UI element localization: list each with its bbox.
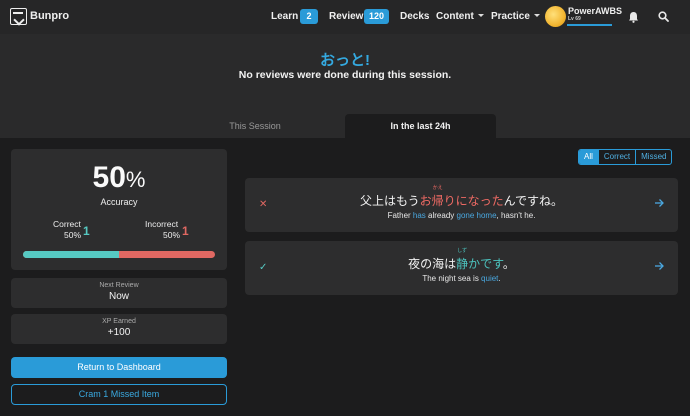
jp-highlight-rest: かです: [468, 257, 503, 271]
jp-highlight-rest: りになった: [443, 194, 504, 208]
furigana-word: かえ帰: [431, 185, 444, 209]
arrow-right-icon[interactable]: [654, 198, 664, 208]
return-to-dashboard-button[interactable]: Return to Dashboard: [11, 357, 227, 378]
correct-label: Correct: [53, 219, 81, 229]
nav-decks-link[interactable]: Decks: [400, 11, 429, 22]
next-review-label: Next Review: [99, 282, 139, 289]
furigana-base: 帰: [431, 194, 444, 208]
page-title: おっと!: [320, 52, 370, 69]
page-subtitle: No reviews were done during this session…: [238, 69, 452, 81]
en-text-end: .: [498, 274, 501, 283]
incorrect-percent: 50%: [163, 230, 181, 240]
user-level: Lv 69: [568, 16, 581, 22]
accuracy-label: Accuracy: [100, 197, 138, 207]
review-sentence-jp: 夜の海は しず静かです。: [245, 248, 678, 272]
en-highlight: quiet: [481, 274, 499, 283]
search-icon[interactable]: [658, 11, 669, 22]
review-item-card[interactable]: ✓ 夜の海は しず 静かです。 The night sea is quiet.: [245, 241, 678, 295]
filter-all-button[interactable]: All: [579, 150, 598, 164]
nav-practice-menu[interactable]: Practice: [491, 11, 540, 22]
jp-text-end: んですね。: [503, 194, 564, 208]
filter-correct-button[interactable]: Correct: [597, 150, 635, 164]
session-header: おっと! No reviews were done during this se…: [0, 34, 690, 138]
accuracy-number: 50: [92, 161, 126, 194]
incorrect-count: 1: [182, 224, 189, 238]
correct-count: 1: [83, 224, 90, 238]
nav-practice-label: Practice: [491, 11, 530, 22]
nav-review-link[interactable]: Review: [329, 11, 363, 22]
furigana-reading: しず: [457, 248, 468, 254]
jp-text: 父上はもう: [359, 194, 420, 208]
xp-earned-card: XP Earned +100: [11, 314, 227, 344]
en-highlight: has: [412, 211, 426, 220]
accuracy-card: 50% Accuracy Correct 50% 1 Incorrect 50%…: [11, 149, 227, 270]
furigana-word: しず静: [456, 248, 469, 272]
accuracy-progress-fill: [23, 251, 119, 258]
review-count-badge[interactable]: 120: [364, 9, 389, 24]
filter-missed-button[interactable]: Missed: [635, 150, 671, 164]
brand-name[interactable]: Bunpro: [30, 10, 69, 22]
furigana-reading: かえ: [432, 185, 443, 191]
review-item-card[interactable]: ✕ 父上はもうお かえ 帰りになったんですね。 Father has already…: [245, 178, 678, 232]
accuracy-progress-bar: [23, 251, 215, 258]
learn-count-badge[interactable]: 2: [300, 9, 318, 24]
incorrect-label: Incorrect: [145, 219, 179, 229]
en-text-end: , hasn't he.: [496, 211, 536, 220]
xp-earned-value: +100: [107, 327, 131, 338]
top-nav: Bunpro Learn 2 Review 120 Decks Content …: [0, 0, 690, 34]
arrow-right-icon[interactable]: [654, 261, 664, 271]
next-review-value: Now: [108, 291, 129, 302]
jp-highlight-prefix: お: [419, 194, 432, 208]
avatar[interactable]: [545, 6, 566, 27]
en-text-mid: already: [425, 211, 457, 220]
review-sentence-jp: 父上はもうお かえ帰りになったんですね。: [245, 185, 678, 209]
nav-content-menu[interactable]: Content: [436, 11, 484, 22]
cram-missed-button[interactable]: Cram 1 Missed Item: [11, 384, 227, 405]
jp-grammar-highlight: おかえ帰りになった: [419, 185, 504, 209]
username[interactable]: PowerAWBS: [568, 6, 622, 16]
en-text: Father: [387, 211, 413, 220]
jp-text: 夜の海は: [408, 257, 457, 271]
review-filter: All Correct Missed: [578, 149, 673, 165]
tab-last-24h[interactable]: In the last 24h: [345, 114, 496, 138]
nav-content-label: Content: [436, 11, 474, 22]
jp-grammar-highlight: しず静かです: [456, 248, 503, 272]
en-highlight: gone home: [456, 211, 497, 220]
accuracy-value: 50%: [11, 161, 227, 195]
review-translation-en: The night sea is quiet.: [245, 274, 678, 283]
furigana-base: 静: [456, 257, 469, 271]
nav-learn-link[interactable]: Learn: [271, 11, 298, 22]
accuracy-unit: %: [125, 167, 146, 192]
level-progress-bar: [567, 24, 612, 26]
jp-text-end: 。: [502, 257, 515, 271]
tab-this-session[interactable]: This Session: [200, 114, 310, 138]
chevron-down-icon: [533, 14, 540, 17]
correct-percent: 50%: [64, 230, 82, 240]
next-review-card: Next Review Now: [11, 278, 227, 308]
bunpro-logo-icon[interactable]: [10, 8, 27, 25]
xp-earned-label: XP Earned: [102, 318, 136, 325]
review-translation-en: Father has already gone home, hasn't he.: [245, 211, 678, 220]
bell-icon[interactable]: [628, 11, 639, 23]
chevron-down-icon: [477, 14, 484, 17]
en-text: The night sea is: [422, 274, 482, 283]
